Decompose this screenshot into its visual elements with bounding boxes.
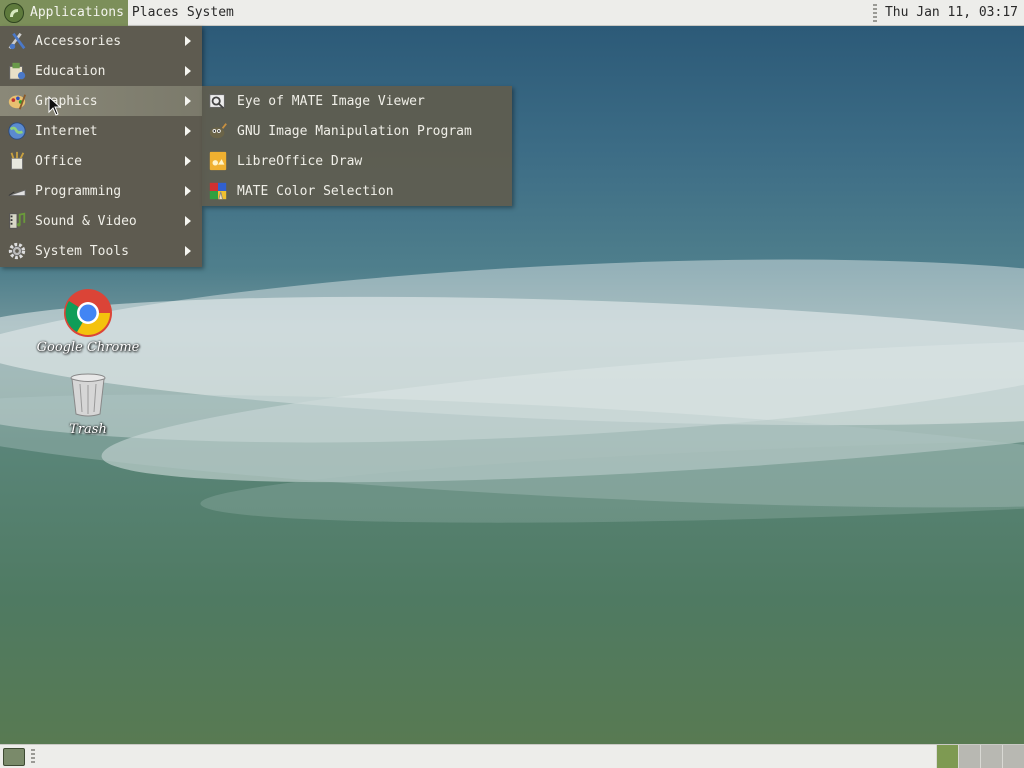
menu-item-system-tools[interactable]: System Tools [0,236,202,266]
submenu-item-color-selection[interactable]: MATE Color Selection [202,176,512,206]
workspace-1[interactable] [936,745,958,768]
submenu-arrow-icon [185,246,191,256]
bottom-panel [0,744,1024,768]
applications-dropdown: Accessories Education Graphics Internet … [0,26,202,267]
image-viewer-icon [207,90,229,112]
chrome-label: Google Chrome [36,340,140,355]
graphics-icon [6,90,28,112]
submenu-arrow-icon [185,66,191,76]
gimp-icon [207,120,229,142]
menu-item-sound-video[interactable]: Sound & Video [0,206,202,236]
color-selection-icon [207,180,229,202]
office-icon [6,150,28,172]
education-icon [6,60,28,82]
desktop-icon-trash[interactable]: Trash [28,370,148,437]
clock[interactable]: Thu Jan 11, 03:17 [885,5,1018,20]
accessories-icon [6,30,28,52]
chrome-icon [63,288,113,338]
graphics-submenu: Eye of MATE Image Viewer GNU Image Manip… [202,86,512,206]
submenu-arrow-icon [185,186,191,196]
submenu-arrow-icon [185,96,191,106]
trash-icon [63,370,113,420]
programming-icon [6,180,28,202]
menu-item-programming[interactable]: Programming [0,176,202,206]
submenu-arrow-icon [185,156,191,166]
trash-label: Trash [69,422,107,437]
panel-handle[interactable] [872,3,877,22]
applications-label: Applications [30,5,124,20]
submenu-arrow-icon [185,126,191,136]
workspace-switcher [936,745,1024,768]
workspace-3[interactable] [980,745,1002,768]
sound-video-icon [6,210,28,232]
menu-item-graphics[interactable]: Graphics [0,86,202,116]
menu-item-office[interactable]: Office [0,146,202,176]
places-menu[interactable]: Places [128,0,183,26]
system-tools-icon [6,240,28,262]
submenu-item-gimp[interactable]: GNU Image Manipulation Program [202,116,512,146]
submenu-item-image-viewer[interactable]: Eye of MATE Image Viewer [202,86,512,116]
submenu-arrow-icon [185,36,191,46]
system-menu[interactable]: System [183,0,238,26]
mouse-cursor-icon [48,95,62,116]
libreoffice-draw-icon [207,150,229,172]
workspace-2[interactable] [958,745,980,768]
workspace-4[interactable] [1002,745,1024,768]
submenu-arrow-icon [185,216,191,226]
menu-item-education[interactable]: Education [0,56,202,86]
desktop-icon-chrome[interactable]: Google Chrome [28,288,148,355]
panel-handle[interactable] [31,748,35,765]
show-desktop-icon[interactable] [3,747,25,766]
mate-logo-icon [4,2,24,23]
menu-item-accessories[interactable]: Accessories [0,26,202,56]
top-panel: Applications Places System Thu Jan 11, 0… [0,0,1024,26]
internet-icon [6,120,28,142]
menu-item-internet[interactable]: Internet [0,116,202,146]
applications-menu[interactable]: Applications [0,0,128,26]
submenu-item-libreoffice-draw[interactable]: LibreOffice Draw [202,146,512,176]
